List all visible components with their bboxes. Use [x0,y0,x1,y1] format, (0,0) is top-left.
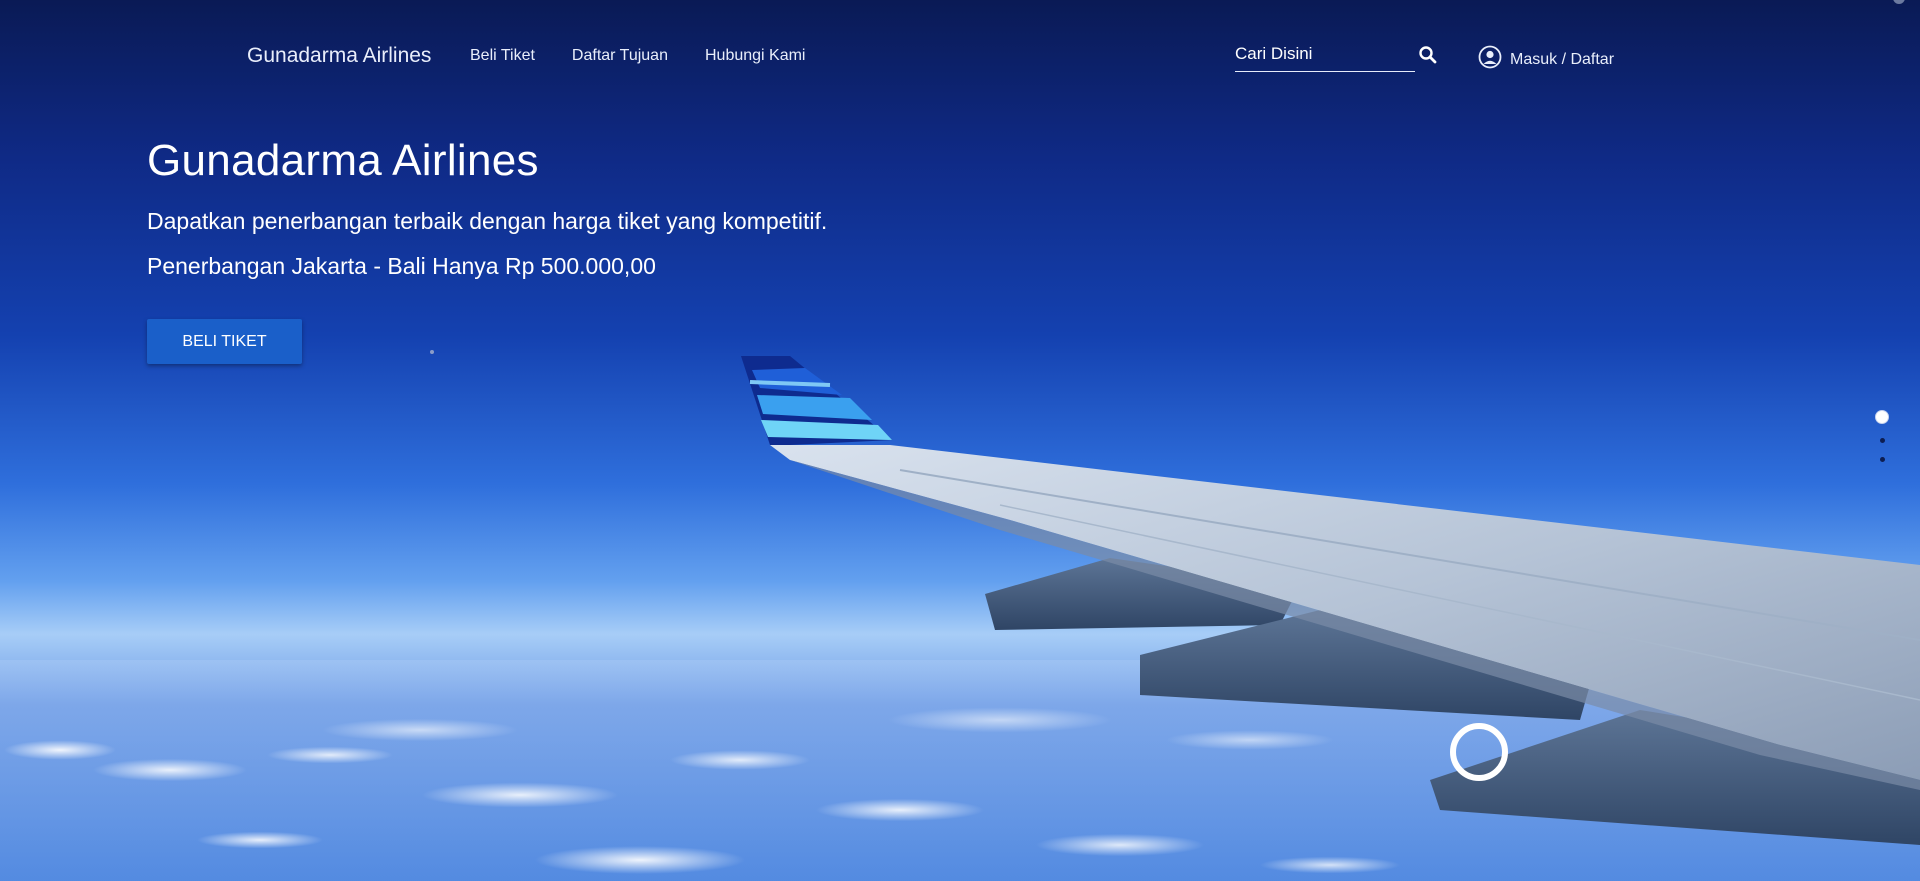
carousel-dot-1[interactable] [1875,410,1889,424]
search-icon[interactable] [1418,45,1440,67]
account-label: Masuk / Daftar [1510,50,1615,68]
navbar: Gunadarma Airlines Beli Tiket Daftar Tuj… [0,0,1920,112]
carousel-dot-3[interactable] [1879,457,1885,462]
search-input[interactable] [1235,42,1415,66]
decorative-dot [430,350,434,354]
carousel-dot-2[interactable] [1879,438,1885,443]
carousel-pager [1875,410,1889,462]
hero-section: Gunadarma Airlines Dapatkan penerbangan … [147,136,827,280]
search-field [1235,42,1415,72]
brand-link[interactable]: Gunadarma Airlines [247,44,431,68]
cloud-layer [0,660,1920,881]
loading-ring-icon [1450,723,1508,781]
beli-tiket-button[interactable]: BELI TIKET [147,319,302,364]
hero-subtitle: Dapatkan penerbangan terbaik dengan harg… [147,208,828,234]
nav-link-daftar-tujuan[interactable]: Daftar Tujuan [572,47,668,65]
hero-title: Gunadarma Airlines [147,136,539,185]
nav-links: Beli Tiket Daftar Tujuan Hubungi Kami [470,47,805,65]
account-link[interactable]: Masuk / Daftar [1478,45,1614,74]
hero-price-text: Penerbangan Jakarta - Bali Hanya Rp 500.… [147,253,656,279]
nav-link-hubungi-kami[interactable]: Hubungi Kami [705,47,806,65]
nav-link-beli-tiket[interactable]: Beli Tiket [470,47,535,65]
user-circle-icon [1478,45,1502,74]
